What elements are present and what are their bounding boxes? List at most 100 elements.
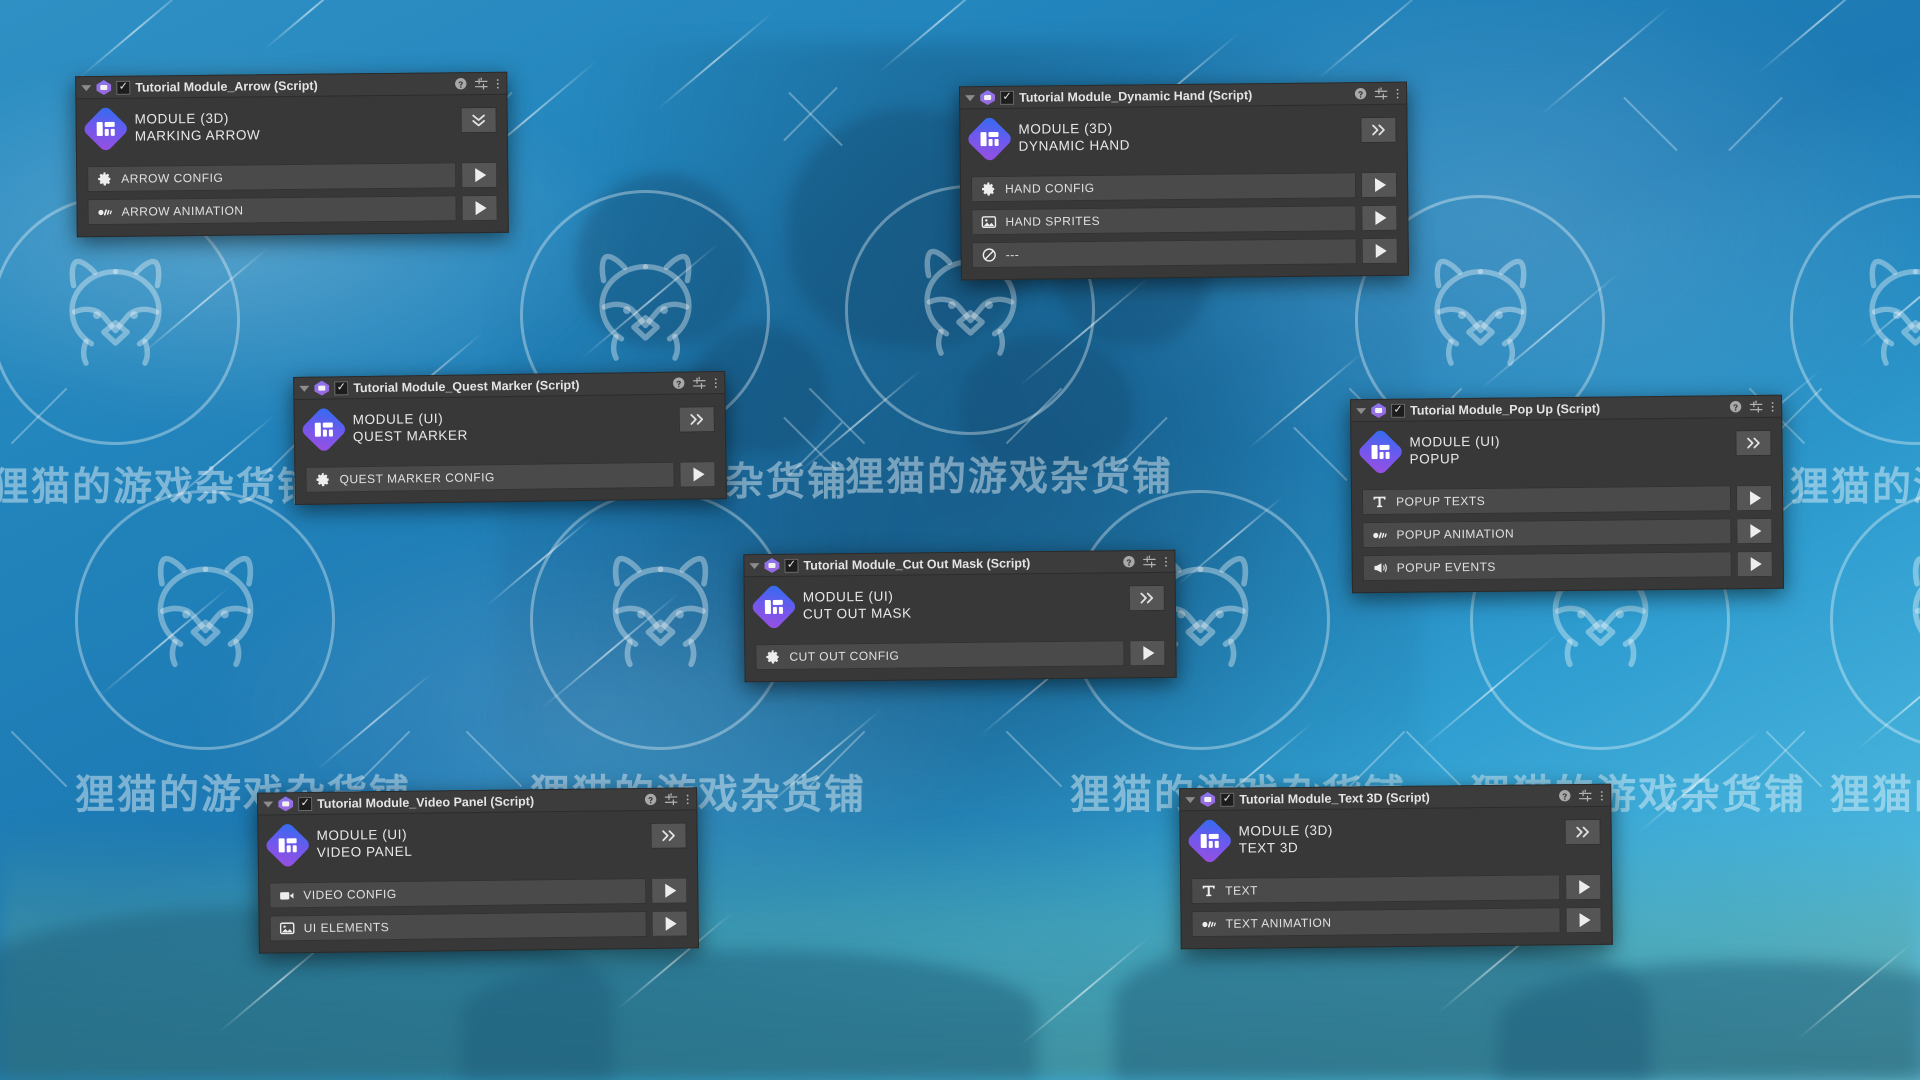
module-name-label: POPUP xyxy=(1409,451,1460,467)
section-button[interactable]: UI ELEMENTS xyxy=(269,910,647,942)
section-button[interactable]: ARROW CONFIG xyxy=(87,162,457,193)
panel-body: MODULE (UI) CUT OUT MASK CUT OUT CONFIG xyxy=(745,573,1176,681)
preset-sliders-icon[interactable] xyxy=(1374,86,1388,100)
section-button[interactable]: POPUP EVENTS xyxy=(1362,551,1732,582)
section-label: TEXT ANIMATION xyxy=(1225,915,1332,931)
section-button[interactable]: --- xyxy=(971,238,1357,269)
kebab-menu-icon[interactable] xyxy=(1770,399,1775,413)
image-icon xyxy=(981,214,996,230)
section-expand-button[interactable] xyxy=(651,910,688,937)
preset-sliders-icon[interactable] xyxy=(664,792,678,806)
watermark-circle xyxy=(1765,387,1920,788)
foldout-triangle-icon[interactable] xyxy=(81,84,92,91)
help-icon[interactable] xyxy=(1558,789,1571,802)
foldout-triangle-icon[interactable] xyxy=(1185,796,1196,803)
preset-sliders-icon[interactable] xyxy=(1749,399,1763,413)
panel-collapse-button[interactable] xyxy=(1735,429,1772,457)
inspector-panel-video-panel[interactable]: ✓ Tutorial Module_Video Panel (Script) MOD… xyxy=(257,787,699,954)
panel-collapse-button[interactable] xyxy=(1360,116,1397,144)
foldout-triangle-icon[interactable] xyxy=(749,562,760,569)
inspector-panel-cut-out-mask[interactable]: ✓ Tutorial Module_Cut Out Mask (Script) MO… xyxy=(743,549,1177,683)
section-expand-button[interactable] xyxy=(1735,484,1773,512)
section-button[interactable]: TEXT ANIMATION xyxy=(1191,907,1561,938)
help-icon[interactable] xyxy=(1354,87,1367,100)
panel-collapse-button[interactable] xyxy=(1564,818,1601,846)
kebab-menu-icon[interactable] xyxy=(1395,86,1400,100)
text-icon xyxy=(1372,494,1387,510)
component-enabled-checkbox[interactable]: ✓ xyxy=(1000,90,1015,105)
panel-collapse-button[interactable] xyxy=(678,406,715,433)
light-shaft xyxy=(1316,0,1434,80)
kebab-menu-icon[interactable] xyxy=(1163,554,1168,568)
component-enabled-checkbox[interactable]: ✓ xyxy=(298,796,313,811)
kebab-menu-icon[interactable] xyxy=(713,376,718,390)
section-button[interactable]: QUEST MARKER CONFIG xyxy=(305,461,675,493)
component-enabled-checkbox[interactable]: ✓ xyxy=(1220,792,1235,807)
light-shaft xyxy=(1758,0,1882,74)
section-expand-button[interactable] xyxy=(1361,204,1398,232)
section-button[interactable]: ARROW ANIMATION xyxy=(87,195,457,226)
foldout-triangle-icon[interactable] xyxy=(1356,407,1367,414)
foldout-triangle-icon[interactable] xyxy=(965,94,976,101)
section-button[interactable]: VIDEO CONFIG xyxy=(269,877,647,909)
panel-collapse-button[interactable] xyxy=(460,106,497,134)
help-icon[interactable] xyxy=(1122,555,1135,568)
inspector-panel-pop-up[interactable]: ✓ Tutorial Module_Pop Up (Script) MODULE (… xyxy=(1349,394,1785,594)
section-button[interactable]: TEXT xyxy=(1191,874,1561,905)
module-text: MODULE (3D) MARKING ARROW xyxy=(135,107,449,144)
script-asset-icon xyxy=(980,90,995,105)
light-shaft xyxy=(165,415,275,507)
section-expand-button[interactable] xyxy=(679,461,716,488)
kebab-menu-icon[interactable] xyxy=(495,76,500,90)
raccoon-face-icon xyxy=(568,249,723,382)
component-enabled-checkbox[interactable]: ✓ xyxy=(1391,403,1406,418)
inspector-panel-text-3d[interactable]: ✓ Tutorial Module_Text 3D (Script) MODULE … xyxy=(1179,783,1613,950)
help-icon[interactable] xyxy=(454,77,467,90)
gear-icon xyxy=(981,181,996,196)
section-button[interactable]: HAND SPRITES xyxy=(971,205,1357,236)
component-enabled-checkbox[interactable]: ✓ xyxy=(334,380,349,395)
section-expand-button[interactable] xyxy=(1565,873,1602,901)
component-enabled-checkbox[interactable]: ✓ xyxy=(784,558,799,573)
play-triangle-icon xyxy=(665,883,677,898)
help-icon[interactable] xyxy=(1729,400,1742,413)
panel-body: MODULE (3D) MARKING ARROW ARROW CONFIG ARRO… xyxy=(76,95,507,236)
section-expand-button[interactable] xyxy=(1736,550,1773,578)
section-button[interactable]: HAND CONFIG xyxy=(970,172,1357,203)
kebab-menu-icon[interactable] xyxy=(1599,788,1604,802)
section-expand-button[interactable] xyxy=(1565,906,1602,934)
preset-sliders-icon[interactable] xyxy=(1578,788,1592,802)
section-expand-button[interactable] xyxy=(1360,171,1398,199)
watermark-tick xyxy=(1348,730,1406,788)
section-expand-button[interactable] xyxy=(1361,237,1398,265)
section-expand-button[interactable] xyxy=(1736,517,1773,545)
section-expand-button[interactable] xyxy=(461,161,498,189)
panel-title: Tutorial Module_Quest Marker (Script) xyxy=(353,377,580,395)
module-logo-icon xyxy=(749,582,798,631)
inspector-panel-quest-marker[interactable]: ✓ Tutorial Module_Quest Marker (Script) MO… xyxy=(293,370,727,506)
preset-sliders-icon[interactable] xyxy=(474,76,488,90)
section-expand-button[interactable] xyxy=(461,194,498,222)
inspector-panel-arrow[interactable]: ✓ Tutorial Module_Arrow (Script) MODULE (3… xyxy=(75,71,509,238)
section-row: HAND CONFIG xyxy=(970,171,1398,203)
motion-icon xyxy=(1372,527,1387,542)
kebab-menu-icon[interactable] xyxy=(685,792,690,806)
section-label: ARROW CONFIG xyxy=(121,170,224,186)
foldout-triangle-icon[interactable] xyxy=(263,800,274,808)
section-expand-button[interactable] xyxy=(1129,639,1166,667)
component-enabled-checkbox[interactable]: ✓ xyxy=(116,80,131,95)
section-button[interactable]: CUT OUT CONFIG xyxy=(755,640,1125,671)
preset-sliders-icon[interactable] xyxy=(1142,554,1156,568)
panel-collapse-button[interactable] xyxy=(650,822,687,849)
section-button[interactable]: POPUP TEXTS xyxy=(1361,485,1732,516)
help-icon[interactable] xyxy=(672,377,685,390)
watermark-tick xyxy=(1765,730,1823,788)
foldout-triangle-icon[interactable] xyxy=(299,385,310,392)
inspector-panel-dynamic-hand[interactable]: ✓ Tutorial Module_Dynamic Hand (Script) MO… xyxy=(958,81,1410,281)
bg-ridge xyxy=(1497,961,1920,1080)
preset-sliders-icon[interactable] xyxy=(692,376,706,390)
section-button[interactable]: POPUP ANIMATION xyxy=(1362,518,1732,549)
panel-collapse-button[interactable] xyxy=(1128,584,1165,612)
section-expand-button[interactable] xyxy=(651,877,688,904)
help-icon[interactable] xyxy=(644,793,657,806)
